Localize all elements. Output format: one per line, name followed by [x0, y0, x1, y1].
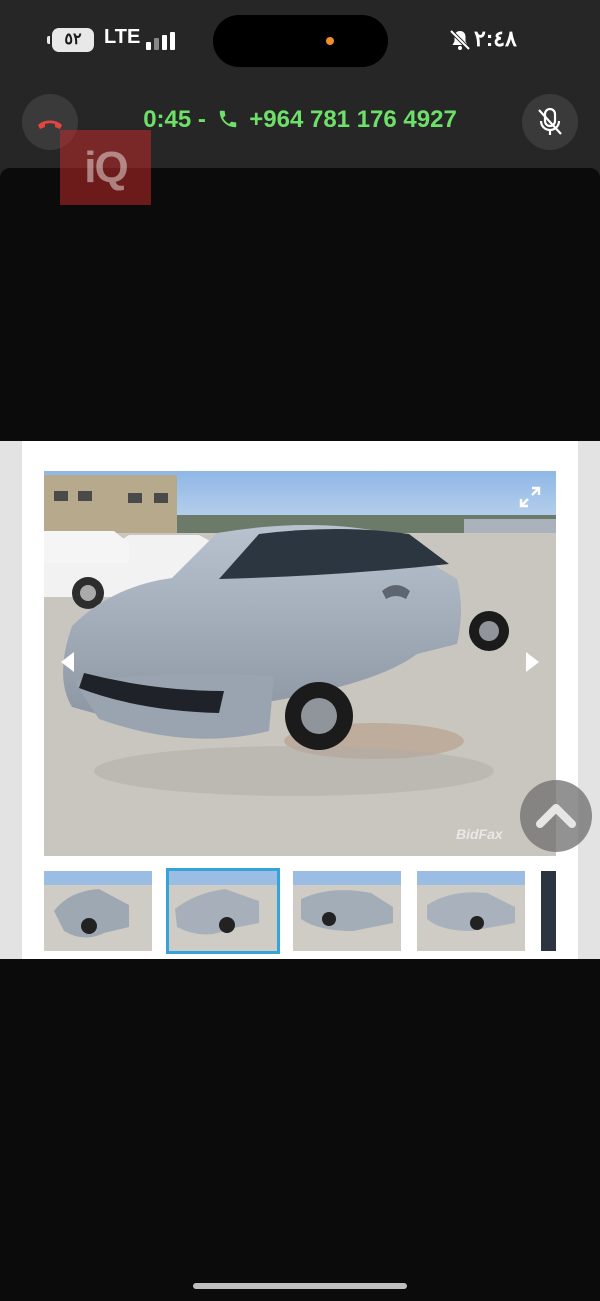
- iq-watermark-logo: iQ: [60, 130, 151, 205]
- expand-icon[interactable]: [518, 485, 542, 509]
- thumbnail-4[interactable]: [417, 871, 525, 951]
- thumbnail-3[interactable]: [293, 871, 401, 951]
- battery-icon: ٥٢: [47, 28, 94, 52]
- scroll-up-button[interactable]: [520, 780, 592, 852]
- home-indicator[interactable]: [193, 1283, 407, 1289]
- main-car-photo[interactable]: BidFax: [44, 471, 556, 856]
- privacy-indicator-dot: [326, 37, 334, 45]
- next-arrow-icon[interactable]: [522, 650, 542, 674]
- thumbnail-1[interactable]: [44, 871, 152, 951]
- dynamic-island: [213, 15, 388, 67]
- thumbnail-strip: [44, 868, 556, 954]
- status-time: ٢:٤٨: [474, 26, 517, 51]
- prev-arrow-icon[interactable]: [58, 650, 78, 674]
- phone-icon: [219, 110, 236, 128]
- mute-button[interactable]: [522, 94, 578, 150]
- signal-bars-icon: [146, 32, 180, 50]
- scroll-up-icon: [536, 804, 576, 828]
- network-type: LTE: [104, 26, 141, 48]
- caller-number: +964 781 176 4927: [249, 106, 457, 133]
- mic-off-icon: [538, 107, 562, 135]
- call-duration: 0:45 -: [143, 106, 206, 133]
- thumbnail-2[interactable]: [166, 868, 280, 954]
- thumbnail-5-partial[interactable]: [541, 871, 556, 951]
- silent-bell-icon: [449, 29, 471, 51]
- bidfax-watermark: BidFax: [456, 826, 504, 842]
